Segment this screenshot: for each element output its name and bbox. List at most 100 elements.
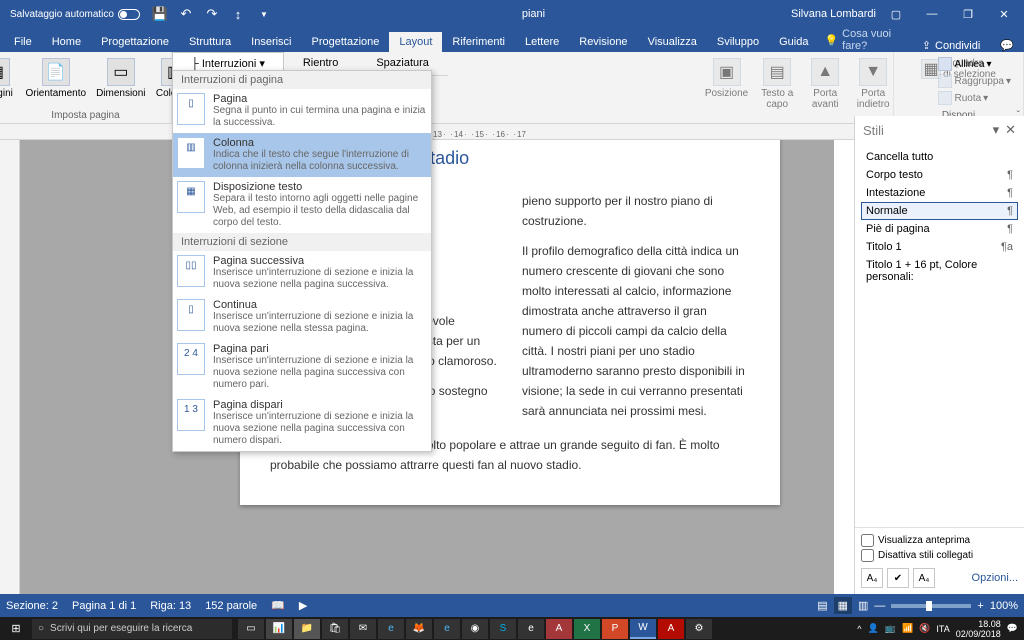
disable-linked-styles-checkbox[interactable]: Disattiva stili collegati xyxy=(861,549,1018,562)
rotate-button[interactable]: Ruota ▾ xyxy=(935,90,1014,106)
task-view-button[interactable]: ▭ xyxy=(238,619,264,639)
style-normal[interactable]: Normale¶ xyxy=(861,202,1018,220)
share-button[interactable]: ⇪ Condividi xyxy=(912,39,990,52)
zoom-in-button[interactable]: + xyxy=(977,600,983,612)
tab-riferimenti[interactable]: Riferimenti xyxy=(442,32,515,52)
app-edge[interactable]: e xyxy=(378,619,404,639)
spellcheck-icon[interactable]: 📖 xyxy=(271,599,285,612)
vertical-ruler[interactable] xyxy=(0,140,20,594)
print-layout-view[interactable]: ▦ xyxy=(834,597,852,614)
tray-notifications-icon[interactable]: 💬 xyxy=(1007,623,1018,634)
app-explorer[interactable]: 📁 xyxy=(294,619,320,639)
tab-progettazione2[interactable]: Progettazione xyxy=(302,32,390,52)
tab-progettazione[interactable]: Progettazione xyxy=(91,32,179,52)
app-edge2[interactable]: e xyxy=(518,619,544,639)
column-break-item[interactable]: ▥ ColonnaIndica che il testo che segue l… xyxy=(173,133,431,177)
new-style-button[interactable]: A₄ xyxy=(861,568,883,588)
app-acrobat[interactable]: A xyxy=(658,619,684,639)
style-body-text[interactable]: Corpo testo¶ xyxy=(861,166,1018,184)
styles-dropdown-icon[interactable]: ▾ xyxy=(993,122,1000,138)
app-skype[interactable]: S xyxy=(490,619,516,639)
tray-cast-icon[interactable]: 📺 xyxy=(885,623,896,634)
zoom-out-button[interactable]: — xyxy=(874,600,885,612)
undo-button[interactable]: ↶ xyxy=(174,2,198,26)
tab-sviluppo[interactable]: Sviluppo xyxy=(707,32,769,52)
app-chrome[interactable]: ◉ xyxy=(462,619,488,639)
tray-overflow-icon[interactable]: ^ xyxy=(857,624,861,634)
tab-guida[interactable]: Guida xyxy=(769,32,818,52)
status-section[interactable]: Sezione: 2 xyxy=(6,600,58,612)
tray-language[interactable]: ITA xyxy=(936,624,949,634)
page-break-item[interactable]: ▯ PaginaSegna il punto in cui termina un… xyxy=(173,89,431,133)
even-page-section-item[interactable]: 2 4 Pagina pariInserisce un'interruzione… xyxy=(173,339,431,395)
tab-visualizza[interactable]: Visualizza xyxy=(638,32,707,52)
next-page-section-item[interactable]: ▯▯ Pagina successivaInserisce un'interru… xyxy=(173,251,431,295)
zoom-slider[interactable] xyxy=(891,604,971,608)
send-backward-button[interactable]: ▼Porta indietro xyxy=(852,56,894,112)
window-minimize[interactable]: — xyxy=(916,2,948,26)
zoom-level[interactable]: 100% xyxy=(990,600,1018,612)
wrap-text-button[interactable]: ▤Testo a capo xyxy=(756,56,798,112)
start-button[interactable]: ⊞ xyxy=(0,617,32,640)
app-settings[interactable]: ⚙ xyxy=(686,619,712,639)
style-clear-all[interactable]: Cancella tutto xyxy=(861,148,1018,166)
web-layout-view[interactable]: ▥ xyxy=(858,599,868,612)
save-button[interactable]: 💾 xyxy=(148,2,172,26)
manage-styles-button[interactable]: A₄ xyxy=(913,568,935,588)
tray-wifi-icon[interactable]: 📶 xyxy=(902,623,913,634)
position-button[interactable]: ▣Posizione xyxy=(703,56,750,101)
app-firefox[interactable]: 🦊 xyxy=(406,619,432,639)
app-powerpoint[interactable]: P xyxy=(602,619,628,639)
margins-button[interactable]: ▦Margini xyxy=(0,56,17,101)
styles-options-link[interactable]: Opzioni... xyxy=(972,572,1018,584)
show-preview-checkbox[interactable]: Visualizza anteprima xyxy=(861,534,1018,547)
style-heading1-custom[interactable]: Titolo 1 + 16 pt, Colore personali: xyxy=(861,256,1018,286)
redo-button[interactable]: ↷ xyxy=(200,2,224,26)
app-word[interactable]: W xyxy=(630,619,656,639)
app-excel[interactable]: X xyxy=(574,619,600,639)
status-page[interactable]: Pagina 1 di 1 xyxy=(72,600,136,612)
autosave-toggle[interactable]: Salvataggio automatico xyxy=(4,9,146,20)
ribbon-display-options[interactable]: ▢ xyxy=(880,2,912,26)
style-inspector-button[interactable]: ✔ xyxy=(887,568,909,588)
odd-page-section-item[interactable]: 1 3 Pagina dispariInserisce un'interruzi… xyxy=(173,395,431,451)
size-button[interactable]: ▭Dimensioni xyxy=(94,56,147,101)
align-button[interactable]: Allinea ▾ xyxy=(935,56,1014,72)
tray-people-icon[interactable]: 👤 xyxy=(868,623,879,634)
qat-customize[interactable]: ▼ xyxy=(252,2,276,26)
tab-file[interactable]: File xyxy=(4,32,42,52)
app-task-manager[interactable]: 📊 xyxy=(266,619,292,639)
tab-struttura[interactable]: Struttura xyxy=(179,32,241,52)
tab-inserisci[interactable]: Inserisci xyxy=(241,32,301,52)
style-footer[interactable]: Piè di pagina¶ xyxy=(861,220,1018,238)
app-store[interactable]: 🛍 xyxy=(322,619,348,639)
tell-me-search[interactable]: 💡 Cosa vuoi fare? xyxy=(824,28,911,52)
read-mode-view[interactable]: ▤ xyxy=(817,599,827,612)
taskbar-search[interactable]: ○ Scrivi qui per eseguire la ricerca xyxy=(32,619,232,639)
touch-mode-button[interactable]: ↕ xyxy=(226,2,250,26)
group-button[interactable]: Raggruppa ▾ xyxy=(935,73,1014,89)
bring-forward-button[interactable]: ▲Porta avanti xyxy=(804,56,846,112)
tab-layout[interactable]: Layout xyxy=(389,32,442,52)
app-ie[interactable]: e xyxy=(434,619,460,639)
status-row[interactable]: Riga: 13 xyxy=(150,600,191,612)
style-heading1[interactable]: Titolo 1¶a xyxy=(861,238,1018,256)
tray-volume-icon[interactable]: 🔇 xyxy=(919,623,930,634)
app-mail[interactable]: ✉ xyxy=(350,619,376,639)
checkbox-input[interactable] xyxy=(861,534,874,547)
tab-home[interactable]: Home xyxy=(42,32,91,52)
macros-icon[interactable]: ▶ xyxy=(299,599,307,612)
comments-button[interactable]: 💬 xyxy=(990,39,1024,52)
tab-revisione[interactable]: Revisione xyxy=(569,32,637,52)
window-close[interactable]: ✕ xyxy=(988,2,1020,26)
tab-lettere[interactable]: Lettere xyxy=(515,32,569,52)
continuous-section-item[interactable]: ▯ ContinuaInserisce un'interruzione di s… xyxy=(173,295,431,339)
status-words[interactable]: 152 parole xyxy=(205,600,257,612)
tray-clock[interactable]: 18.08 02/09/2018 xyxy=(956,619,1001,639)
orientation-button[interactable]: 📄Orientamento xyxy=(23,56,88,101)
styles-close-icon[interactable]: ✕ xyxy=(1005,122,1016,138)
checkbox-input[interactable] xyxy=(861,549,874,562)
text-wrapping-break-item[interactable]: ▦ Disposizione testoSepara il testo into… xyxy=(173,177,431,233)
app-access[interactable]: A xyxy=(546,619,572,639)
style-header[interactable]: Intestazione¶ xyxy=(861,184,1018,202)
